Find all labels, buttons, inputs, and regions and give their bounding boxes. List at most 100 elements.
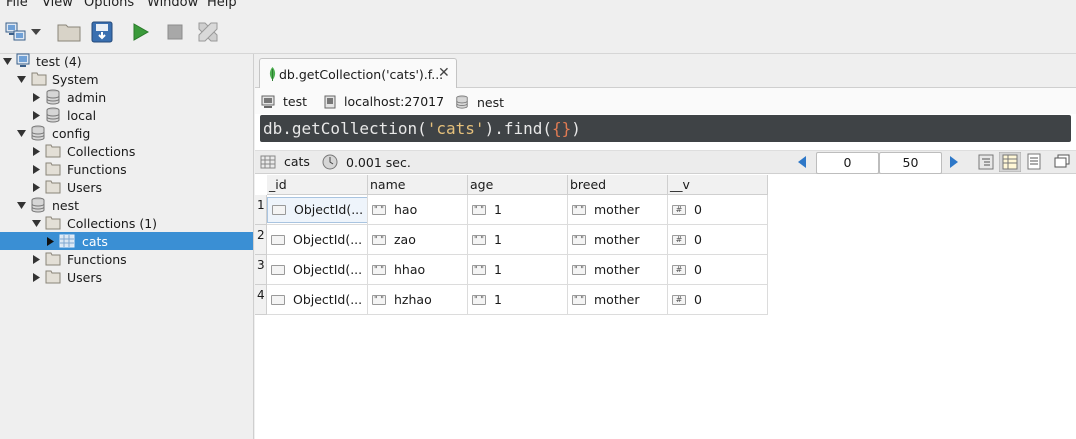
- connect-icon[interactable]: [4, 19, 30, 45]
- database-icon: [46, 107, 60, 123]
- table-cell-breed[interactable]: " " mother: [568, 285, 668, 315]
- tree-item-nest-collections[interactable]: Collections (1): [0, 214, 253, 232]
- collapsed-arrow-icon[interactable]: [31, 272, 41, 282]
- tree-item-nest[interactable]: nest: [0, 196, 253, 214]
- folder-icon[interactable]: [56, 19, 82, 45]
- collapsed-arrow-icon[interactable]: [31, 110, 41, 120]
- expanded-arrow-icon[interactable]: [2, 56, 12, 66]
- text-view-icon[interactable]: [1026, 153, 1042, 171]
- tree-view-icon[interactable]: [977, 153, 995, 171]
- page-left-icon[interactable]: [798, 156, 806, 168]
- dropdown-icon[interactable]: [28, 19, 44, 45]
- stop-icon[interactable]: [162, 19, 188, 45]
- number-icon: #: [672, 294, 686, 305]
- table-cell-name[interactable]: " " zao: [368, 225, 468, 255]
- tree-item-config-collections[interactable]: Collections: [0, 142, 253, 160]
- menu-file[interactable]: File: [6, 0, 28, 10]
- tree-item-cats[interactable]: cats: [0, 232, 253, 250]
- limit-input[interactable]: 50: [879, 152, 942, 174]
- folder-icon: [45, 252, 61, 266]
- menu-options[interactable]: Options: [84, 0, 134, 10]
- cell-value: mother: [594, 202, 640, 217]
- table-icon: [59, 234, 75, 248]
- skip-input[interactable]: 0: [816, 152, 879, 174]
- tree-item-config[interactable]: config: [0, 124, 253, 142]
- string-icon: " ": [572, 204, 586, 215]
- result-collection-name: cats: [284, 154, 310, 169]
- folder-icon: [45, 162, 61, 176]
- table-cell-v[interactable]: #0: [668, 285, 768, 315]
- page-right-icon[interactable]: [950, 156, 958, 168]
- cell-value: mother: [594, 232, 640, 247]
- folder-icon: [45, 270, 61, 284]
- collapsed-arrow-icon[interactable]: [31, 92, 41, 102]
- tree-item-label: Collections (1): [67, 215, 158, 231]
- collapsed-arrow-icon[interactable]: [31, 182, 41, 192]
- save-icon[interactable]: [89, 19, 115, 45]
- column-header-v[interactable]: __v: [668, 175, 768, 195]
- table-cell-v[interactable]: #0: [668, 225, 768, 255]
- tree-item-config-users[interactable]: Users: [0, 178, 253, 196]
- tree-item-admin[interactable]: admin: [0, 88, 253, 106]
- table-view-icon[interactable]: [999, 152, 1021, 172]
- database-icon: [46, 89, 60, 105]
- objectid-icon: [271, 294, 285, 305]
- tab-query[interactable]: db.getCollection('cats').f... ✕: [259, 58, 457, 89]
- table-cell-v[interactable]: #0: [668, 195, 768, 225]
- cell-value: hao: [394, 202, 418, 217]
- tree-item-nest-functions[interactable]: Functions: [0, 250, 253, 268]
- objectid-icon: [271, 264, 285, 275]
- tree-item-label: test (4): [36, 53, 82, 69]
- query-editor[interactable]: db.getCollection('cats').find({}): [260, 115, 1071, 142]
- tree-item-label: Collections: [67, 143, 136, 159]
- table-cell-breed[interactable]: " " mother: [568, 195, 668, 225]
- string-icon: " ": [472, 234, 486, 245]
- table-cell-age[interactable]: " " 1: [468, 225, 568, 255]
- run-icon[interactable]: [128, 19, 154, 45]
- table-cell-breed[interactable]: " " mother: [568, 225, 668, 255]
- tree-item-test[interactable]: test (4): [0, 52, 253, 70]
- table-cell-age[interactable]: " " 1: [468, 255, 568, 285]
- menu-view[interactable]: View: [42, 0, 73, 10]
- maximize-icon[interactable]: [1054, 154, 1070, 168]
- table-cell-name[interactable]: " " hhao: [368, 255, 468, 285]
- table-cell-age[interactable]: " " 1: [468, 195, 568, 225]
- number-icon: #: [672, 234, 686, 245]
- column-header-age[interactable]: age: [468, 175, 568, 195]
- database-name: nest: [477, 94, 505, 110]
- string-icon: " ": [372, 264, 386, 275]
- tree-item-label: Users: [67, 179, 103, 195]
- expanded-arrow-icon[interactable]: [16, 74, 26, 84]
- tree-item-local[interactable]: local: [0, 106, 253, 124]
- table-cell-id[interactable]: ObjectId(...: [267, 195, 368, 225]
- close-icon[interactable]: ✕: [438, 65, 450, 81]
- tools-icon[interactable]: [195, 19, 221, 45]
- table-cell-name[interactable]: " " hao: [368, 195, 468, 225]
- table-cell-age[interactable]: " " 1: [468, 285, 568, 315]
- string-icon: " ": [472, 264, 486, 275]
- collapsed-arrow-icon[interactable]: [45, 236, 55, 246]
- tree-item-config-functions[interactable]: Functions: [0, 160, 253, 178]
- expanded-arrow-icon[interactable]: [31, 218, 41, 228]
- table-cell-name[interactable]: " " hzhao: [368, 285, 468, 315]
- table-cell-id[interactable]: ObjectId(...: [267, 285, 368, 315]
- collapsed-arrow-icon[interactable]: [31, 146, 41, 156]
- table-cell-breed[interactable]: " " mother: [568, 255, 668, 285]
- expanded-arrow-icon[interactable]: [16, 200, 26, 210]
- menu-window[interactable]: Window: [147, 0, 198, 10]
- tree-item-nest-users[interactable]: Users: [0, 268, 253, 286]
- table-cell-id[interactable]: ObjectId(...: [267, 225, 368, 255]
- column-header-name[interactable]: name: [368, 175, 468, 195]
- collapsed-arrow-icon[interactable]: [31, 164, 41, 174]
- table-cell-id[interactable]: ObjectId(...: [267, 255, 368, 285]
- cell-value: mother: [594, 292, 640, 307]
- table-cell-v[interactable]: #0: [668, 255, 768, 285]
- tree-item-system[interactable]: System: [0, 70, 253, 88]
- expanded-arrow-icon[interactable]: [16, 128, 26, 138]
- tree-item-label: nest: [52, 197, 80, 213]
- collapsed-arrow-icon[interactable]: [31, 254, 41, 264]
- column-header-breed[interactable]: breed: [568, 175, 668, 195]
- menu-help[interactable]: Help: [207, 0, 237, 10]
- column-header-id[interactable]: _id: [267, 175, 368, 195]
- database-icon: [31, 197, 45, 213]
